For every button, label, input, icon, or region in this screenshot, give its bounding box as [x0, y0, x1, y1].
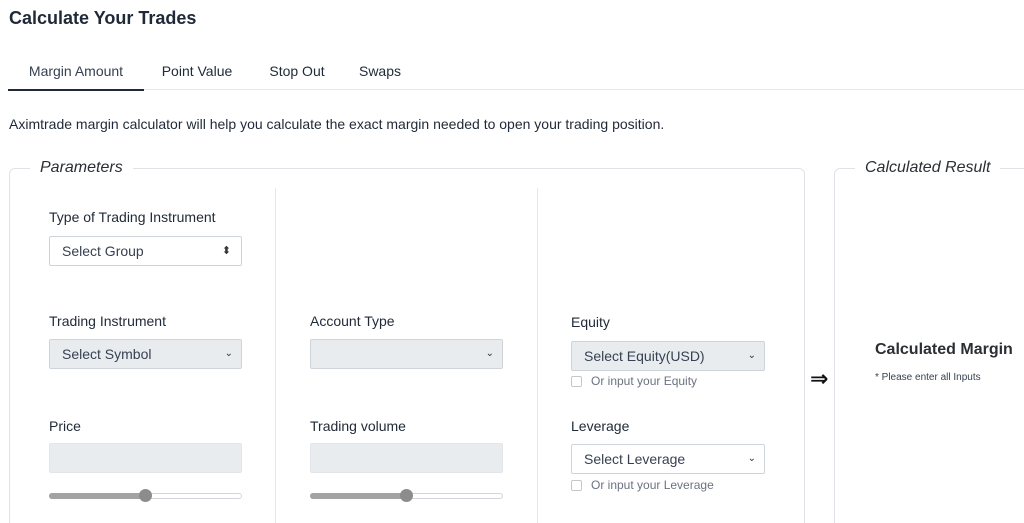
instrument-select[interactable]: Select Symbol ⌄	[49, 339, 242, 369]
equity-checkbox-label: Or input your Equity	[591, 374, 698, 388]
tab-bar: Margin Amount Point Value Stop Out Swaps	[8, 52, 1024, 91]
tab-stop-out[interactable]: Stop Out	[260, 52, 334, 90]
chevron-down-icon: ⌄	[224, 348, 233, 359]
leverage-checkbox[interactable]	[571, 479, 582, 491]
leverage-checkbox-row[interactable]: Or input your Leverage	[571, 478, 714, 492]
volume-slider[interactable]	[310, 489, 503, 502]
instrument-value: Select Symbol	[62, 346, 152, 362]
chevron-down-icon: ⌄	[747, 453, 756, 464]
result-title: Calculated Margin	[875, 341, 1013, 358]
chevron-down-icon: ⌄	[747, 350, 756, 361]
volume-input[interactable]	[310, 443, 503, 473]
volume-slider-thumb[interactable]	[400, 489, 413, 502]
leverage-value: Select Leverage	[584, 451, 686, 467]
price-label: Price	[49, 418, 81, 434]
instrument-type-value: Select Group	[62, 243, 144, 259]
leverage-select[interactable]: Select Leverage ⌄	[571, 444, 765, 474]
tab-margin-amount[interactable]: Margin Amount	[8, 52, 144, 91]
leverage-label: Leverage	[571, 418, 630, 434]
instrument-label: Trading Instrument	[49, 313, 166, 329]
equity-value: Select Equity(USD)	[584, 348, 705, 364]
result-note: * Please enter all Inputs	[875, 372, 981, 383]
chevron-down-icon: ⌄	[485, 348, 494, 359]
equity-checkbox-row[interactable]: Or input your Equity	[571, 374, 697, 388]
equity-label: Equity	[571, 314, 610, 330]
equity-checkbox[interactable]	[571, 375, 582, 387]
instrument-type-label: Type of Trading Instrument	[49, 209, 216, 225]
column-divider	[537, 188, 538, 523]
account-type-select[interactable]: ⌄	[310, 339, 503, 369]
account-type-label: Account Type	[310, 313, 395, 329]
volume-label: Trading volume	[310, 418, 406, 434]
column-divider	[275, 188, 276, 523]
leverage-checkbox-label: Or input your Leverage	[591, 478, 714, 492]
tab-swaps[interactable]: Swaps	[353, 52, 407, 90]
page-title: Calculate Your Trades	[9, 8, 197, 28]
instrument-type-select[interactable]: Select Group ⬍	[49, 236, 242, 266]
price-slider[interactable]	[49, 489, 242, 502]
tab-point-value[interactable]: Point Value	[154, 52, 240, 90]
double-right-arrow-icon: ⇒	[810, 366, 829, 391]
up-down-caret-icon: ⬍	[221, 245, 231, 257]
description-text: Aximtrade margin calculator will help yo…	[9, 116, 665, 132]
parameters-legend: Parameters	[30, 159, 133, 177]
equity-select[interactable]: Select Equity(USD) ⌄	[571, 341, 765, 371]
price-input[interactable]	[49, 443, 242, 473]
price-slider-thumb[interactable]	[139, 489, 152, 502]
result-legend: Calculated Result	[855, 159, 1001, 177]
